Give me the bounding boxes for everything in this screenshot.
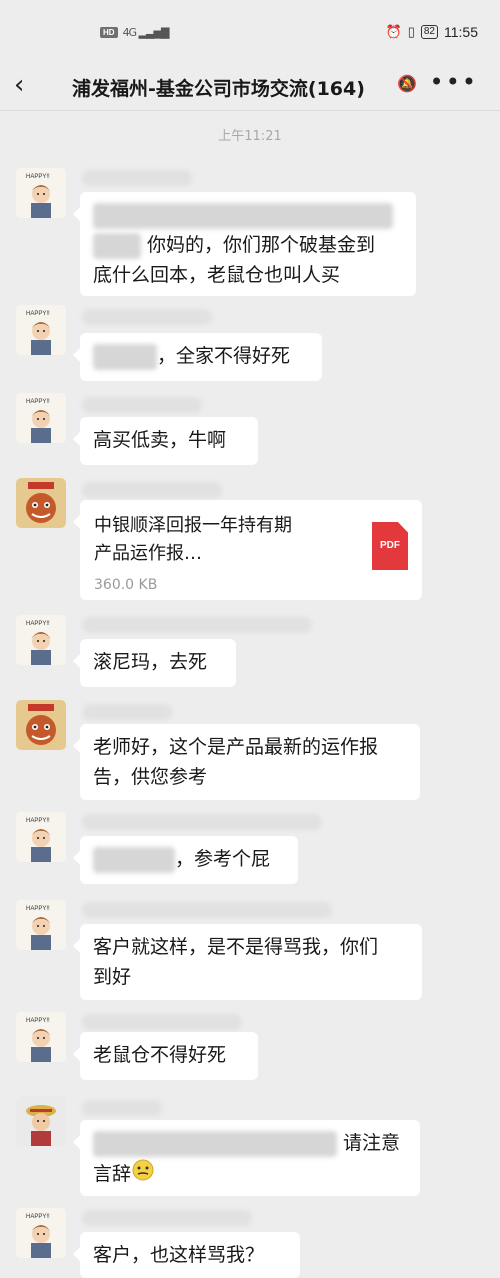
emoji-face-icon (131, 1158, 155, 1191)
svg-text:HAPPY!!: HAPPY!! (26, 174, 50, 180)
happy-boy-avatar[interactable]: HAPPY!! (16, 1012, 66, 1062)
cartoon-pirate-avatar[interactable] (16, 1096, 66, 1146)
file-size: 360.0 KB (94, 577, 158, 593)
message-bubble[interactable]: ，全家不得好死 (73, 333, 322, 381)
happy-boy-avatar[interactable]: HAPPY!! (16, 900, 66, 950)
more-options-button[interactable]: ••• (430, 68, 478, 96)
message-bubble[interactable]: 客户就这样，是不是得骂我，你们 到好 (73, 924, 422, 1000)
file-name: 中银顺泽回报一年持有期 产品运作报… (94, 515, 292, 564)
network-badge: HD (100, 27, 118, 38)
message-bubble[interactable]: ，参考个屁 (73, 836, 298, 884)
sender-name-redacted (82, 1210, 252, 1226)
network-type: 4G (122, 26, 137, 39)
message-bubble[interactable]: 你妈的，你们那个破基金到 底什么回本，老鼠仓也叫人买 (73, 192, 416, 296)
sender-name-redacted (82, 704, 172, 720)
svg-text:HAPPY!!: HAPPY!! (26, 906, 50, 912)
lion-dance-avatar[interactable] (16, 700, 66, 750)
happy-boy-avatar[interactable]: HAPPY!! (16, 812, 66, 862)
sender-name-redacted (82, 1100, 162, 1116)
sender-name-redacted (82, 309, 212, 325)
alarm-icon: ⏰ (385, 24, 402, 39)
happy-boy-avatar[interactable]: HAPPY!! (16, 305, 66, 355)
message-bubble[interactable]: 请注意 言辞 (73, 1120, 420, 1196)
sender-name-redacted (82, 1014, 242, 1030)
svg-text:HAPPY!!: HAPPY!! (26, 818, 50, 824)
message-bubble[interactable]: 高买低卖，牛啊 (73, 417, 258, 465)
sender-name-redacted (82, 170, 192, 186)
happy-boy-avatar[interactable]: HAPPY!! (16, 1208, 66, 1258)
message-bubble[interactable]: 滚尼玛，去死 (73, 639, 236, 687)
happy-boy-avatar[interactable]: HAPPY!! (16, 393, 66, 443)
redacted-text (93, 343, 157, 370)
file-message-card[interactable]: 中银顺泽回报一年持有期 产品运作报… 360.0 KB PDF (73, 500, 422, 600)
bell-muted-icon: 🔕 (397, 74, 417, 93)
sender-name-redacted (82, 482, 222, 498)
chat-title[interactable]: 浦发福州-基金公司市场交流(164) (72, 74, 365, 101)
signal-icon: 4G ▂▃▅▇ (122, 26, 170, 39)
battery-icon: 82 (420, 25, 438, 39)
message-bubble[interactable]: 老鼠仓不得好死 (73, 1032, 258, 1080)
svg-text:HAPPY!!: HAPPY!! (26, 1018, 50, 1024)
back-button[interactable]: ‹ (14, 70, 24, 100)
redacted-text (93, 232, 141, 259)
message-bubble[interactable]: 客户，也这样骂我？ (73, 1232, 300, 1278)
svg-text:HAPPY!!: HAPPY!! (26, 311, 50, 317)
sender-name-redacted (82, 902, 332, 918)
vibrate-icon: ▯ (407, 24, 415, 39)
sender-name-redacted (82, 814, 322, 830)
svg-text:HAPPY!!: HAPPY!! (26, 621, 50, 627)
redacted-text (93, 202, 393, 229)
status-bar: HD 4G ▂▃▅▇ ⏰ ▯ 82 11:55 (0, 0, 500, 64)
happy-boy-avatar[interactable]: HAPPY!! (16, 615, 66, 665)
message-timestamp: 上午11:21 (218, 129, 282, 144)
lion-dance-avatar[interactable] (16, 478, 66, 528)
chat-header: ‹ 浦发福州-基金公司市场交流(164) 🔕 ••• (0, 64, 500, 111)
sender-name-redacted (82, 617, 312, 633)
redacted-text (93, 1130, 337, 1157)
status-time: 11:55 (444, 24, 478, 40)
svg-text:HAPPY!!: HAPPY!! (26, 1214, 50, 1220)
redacted-text (93, 846, 175, 873)
happy-boy-avatar[interactable]: HAPPY!! (16, 168, 66, 218)
sender-name-redacted (82, 397, 202, 413)
pdf-file-icon: PDF (372, 522, 408, 570)
svg-text:HAPPY!!: HAPPY!! (26, 399, 50, 405)
message-bubble[interactable]: 老师好，这个是产品最新的运作报 告，供您参考 (73, 724, 420, 800)
